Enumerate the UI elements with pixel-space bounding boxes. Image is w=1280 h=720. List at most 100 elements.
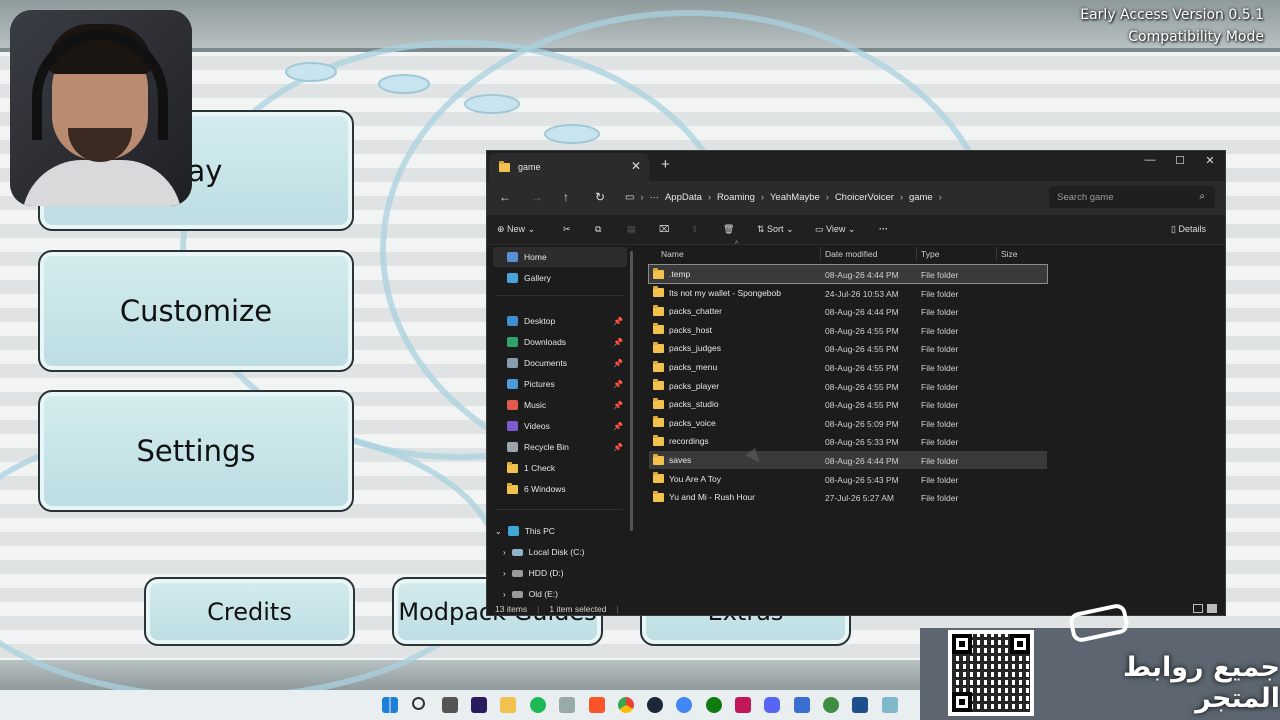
file-type: File folder — [921, 325, 959, 336]
chrome-icon[interactable] — [618, 697, 634, 713]
pin-icon[interactable]: 📌 — [613, 401, 623, 410]
chevron-right-icon[interactable]: › — [503, 548, 506, 557]
sidebar-item-gallery[interactable]: Gallery — [493, 268, 627, 288]
sidebar-item-drive-d[interactable]: › HDD (D:) — [493, 563, 627, 583]
file-row[interactable]: packs_host 08-Aug-26 4:55 PM File folder — [649, 321, 1047, 339]
customize-button[interactable]: Customize — [38, 250, 354, 372]
pin-icon[interactable]: 📌 — [613, 380, 623, 389]
sidebar-item-pictures[interactable]: Pictures 📌 — [493, 374, 627, 394]
breadcrumb[interactable]: ▭ › ··· AppData › Roaming › YeahMaybe › … — [625, 186, 1043, 208]
app-icon[interactable] — [882, 697, 898, 713]
sort-button[interactable]: ⇅ Sort ⌄ — [757, 224, 794, 235]
file-row[interactable]: packs_judges 08-Aug-26 4:55 PM File fold… — [649, 339, 1047, 357]
column-divider[interactable] — [820, 247, 821, 261]
breadcrumb-item[interactable]: AppData — [665, 192, 702, 203]
forward-arrow-icon[interactable]: → — [531, 190, 543, 204]
file-row[interactable]: packs_chatter 08-Aug-26 4:44 PM File fol… — [649, 302, 1047, 320]
chevron-right-icon[interactable]: › — [503, 590, 506, 599]
premiere-icon[interactable] — [471, 697, 487, 713]
close-tab-icon[interactable]: ✕ — [631, 159, 641, 173]
app-icon[interactable] — [823, 697, 839, 713]
file-row[interactable]: You Are A Toy 08-Aug-26 5:43 PM File fol… — [649, 470, 1047, 488]
sidebar-item-label: HDD (D:) — [528, 568, 564, 578]
chevron-down-icon[interactable]: ⌄ — [495, 527, 502, 536]
rename-icon[interactable]: ⌧ — [659, 224, 669, 235]
view-button[interactable]: ▭ View ⌄ — [815, 224, 855, 235]
brave-icon[interactable] — [589, 697, 605, 713]
details-view-icon[interactable] — [1193, 604, 1203, 613]
share-icon[interactable]: ⇪ — [691, 224, 699, 235]
file-row[interactable]: .temp 08-Aug-26 4:44 PM File folder — [648, 264, 1048, 284]
tiles-view-icon[interactable] — [1207, 604, 1217, 613]
column-divider[interactable] — [916, 247, 917, 261]
up-arrow-icon[interactable]: ↑ — [563, 190, 569, 204]
app-icon[interactable] — [559, 697, 575, 713]
column-header-date[interactable]: Date modified — [825, 245, 877, 263]
app-icon[interactable] — [735, 697, 751, 713]
paste-icon[interactable]: ▤ — [627, 224, 636, 235]
pin-icon[interactable]: 📌 — [613, 317, 623, 326]
breadcrumb-item[interactable]: ChoicerVoicer — [835, 192, 894, 203]
breadcrumb-item[interactable]: Roaming — [717, 192, 755, 203]
sidebar-item-1-check[interactable]: 1 Check — [493, 458, 627, 478]
refresh-icon[interactable]: ↻ — [595, 190, 605, 204]
chevron-right-icon[interactable]: › — [503, 569, 506, 578]
sidebar-item-this-pc[interactable]: ⌄ This PC — [493, 521, 627, 541]
pin-icon[interactable]: 📌 — [613, 443, 623, 452]
sidebar-item-6-windows[interactable]: 6 Windows — [493, 479, 627, 499]
cut-icon[interactable]: ✂ — [563, 224, 571, 235]
sidebar-item-music[interactable]: Music 📌 — [493, 395, 627, 415]
sidebar-item-downloads[interactable]: Downloads 📌 — [493, 332, 627, 352]
pin-icon[interactable]: 📌 — [613, 422, 623, 431]
spotify-icon[interactable] — [530, 697, 546, 713]
discord-icon[interactable] — [764, 697, 780, 713]
more-crumbs-icon[interactable]: ··· — [649, 192, 659, 203]
breadcrumb-item[interactable]: YeahMaybe — [770, 192, 820, 203]
search-input[interactable]: Search game ⌕ — [1049, 186, 1215, 208]
xbox-icon[interactable] — [706, 697, 722, 713]
google-icon[interactable] — [676, 697, 692, 713]
more-options-icon[interactable]: ··· — [879, 224, 888, 234]
sidebar-item-home[interactable]: Home — [493, 247, 627, 267]
maximize-icon[interactable]: ☐ — [1165, 154, 1195, 167]
file-row[interactable]: saves 08-Aug-26 4:44 PM File folder — [649, 451, 1047, 469]
file-row[interactable]: Its not my wallet - Spongebob 24-Jul-26 … — [649, 284, 1047, 302]
file-row[interactable]: packs_menu 08-Aug-26 4:55 PM File folder — [649, 358, 1047, 376]
defender-icon[interactable] — [852, 697, 868, 713]
search-icon[interactable] — [412, 697, 425, 710]
file-row[interactable]: Yu and Mi - Rush Hour 27-Jul-26 5:27 AM … — [649, 488, 1047, 506]
breadcrumb-item[interactable]: game — [909, 192, 933, 203]
column-header-type[interactable]: Type — [921, 245, 939, 263]
copy-icon[interactable]: ⧉ — [595, 224, 601, 235]
sidebar-item-videos[interactable]: Videos 📌 — [493, 416, 627, 436]
sidebar-scrollbar[interactable] — [630, 251, 633, 531]
close-window-icon[interactable]: ✕ — [1195, 154, 1225, 167]
file-row[interactable]: packs_studio 08-Aug-26 4:55 PM File fold… — [649, 395, 1047, 413]
pin-icon[interactable]: 📌 — [613, 338, 623, 347]
new-tab-icon[interactable]: + — [661, 156, 670, 173]
file-row[interactable]: packs_player 08-Aug-26 4:55 PM File fold… — [649, 377, 1047, 395]
file-row[interactable]: packs_voice 08-Aug-26 5:09 PM File folde… — [649, 414, 1047, 432]
pin-icon[interactable]: 📌 — [613, 359, 623, 368]
column-header-size[interactable]: Size — [1001, 245, 1018, 263]
column-divider[interactable] — [996, 247, 997, 261]
column-header-name[interactable]: Name — [661, 245, 684, 263]
file-explorer-icon[interactable] — [500, 697, 516, 713]
sidebar-item-recycle-bin[interactable]: Recycle Bin 📌 — [493, 437, 627, 457]
task-view-icon[interactable] — [442, 697, 458, 713]
minimize-icon[interactable]: — — [1135, 154, 1165, 166]
remote-desktop-icon[interactable] — [794, 697, 810, 713]
start-windows-icon[interactable] — [382, 697, 398, 713]
explorer-tab[interactable]: game ✕ — [489, 153, 649, 181]
steam-icon[interactable] — [647, 697, 663, 713]
back-arrow-icon[interactable]: ← — [499, 190, 511, 204]
credits-button[interactable]: Credits — [144, 577, 355, 646]
settings-button[interactable]: Settings — [38, 390, 354, 512]
new-button[interactable]: ⊕ New ⌄ — [497, 224, 535, 235]
file-row[interactable]: recordings 08-Aug-26 5:33 PM File folder — [649, 432, 1047, 450]
delete-icon[interactable]: 🗑 — [723, 224, 734, 235]
sidebar-item-drive-c[interactable]: › Local Disk (C:) — [493, 542, 627, 562]
sidebar-item-desktop[interactable]: Desktop 📌 — [493, 311, 627, 331]
sidebar-item-documents[interactable]: Documents 📌 — [493, 353, 627, 373]
details-button[interactable]: ▯ Details — [1171, 224, 1206, 235]
